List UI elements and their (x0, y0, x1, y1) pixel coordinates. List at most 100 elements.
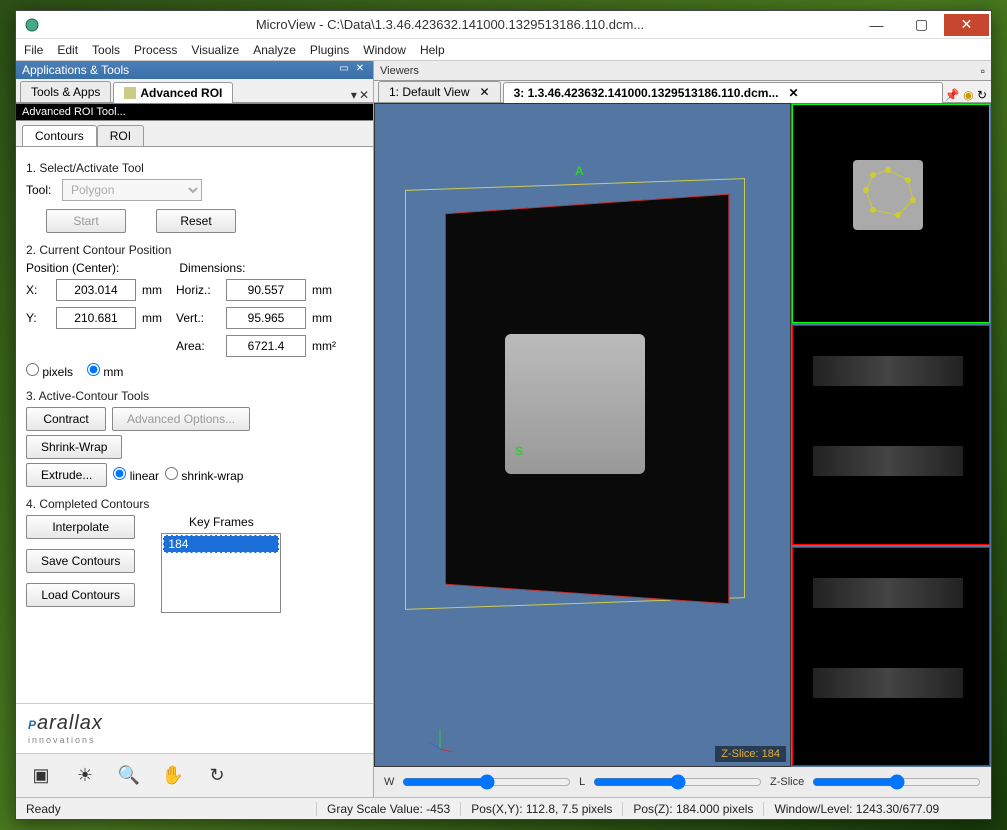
x-unit: mm (142, 283, 170, 297)
coronal-slice[interactable] (792, 325, 990, 544)
x-input[interactable] (56, 279, 136, 301)
save-contours-button[interactable]: Save Contours (26, 549, 135, 573)
zslice-label: Z-Slice: 184 (715, 746, 786, 762)
sec3-title: 3. Active-Contour Tools (26, 389, 363, 403)
menu-help[interactable]: Help (420, 43, 445, 57)
tab-close-icon[interactable]: ✕ (788, 86, 798, 100)
status-ready: Ready (16, 802, 316, 816)
tab-close-icon[interactable]: ✕ (480, 85, 490, 99)
tab-dropdown-icon[interactable]: ▾ (351, 88, 357, 102)
sec2-title: 2. Current Contour Position (26, 243, 363, 257)
titlebar[interactable]: MicroView - C:\Data\1.3.46.423632.141000… (16, 11, 991, 39)
rotate-tool-icon[interactable]: ↻ (202, 761, 232, 791)
subtab-contours[interactable]: Contours (22, 125, 97, 146)
y-input[interactable] (56, 307, 136, 329)
viewer-refresh-icon[interactable]: ↻ (977, 88, 987, 102)
toolstrip: ▣ ☀ 🔍 ✋ ↻ (16, 753, 373, 797)
horiz-input[interactable] (226, 279, 306, 301)
keyframes-title: Key Frames (161, 515, 281, 529)
menu-plugins[interactable]: Plugins (310, 43, 349, 57)
status-gray: Gray Scale Value: -453 (316, 802, 460, 816)
viewers-title: Viewers (380, 65, 981, 77)
subtabs: Contours ROI (16, 121, 373, 147)
z-slider-label: Z-Slice (770, 776, 804, 788)
load-contours-button[interactable]: Load Contours (26, 583, 135, 607)
close-button[interactable]: ✕ (944, 14, 989, 36)
menubar: File Edit Tools Process Visualize Analyz… (16, 39, 991, 61)
axial-slice[interactable] (792, 104, 990, 323)
tab-tools-apps[interactable]: Tools & Apps (20, 81, 111, 102)
status-posz: Pos(Z): 184.000 pixels (622, 802, 763, 816)
menu-window[interactable]: Window (363, 43, 406, 57)
start-button[interactable]: Start (46, 209, 126, 233)
axis-gizmo-icon (425, 724, 455, 754)
tab-close-icon[interactable]: ✕ (359, 88, 369, 102)
menu-tools[interactable]: Tools (92, 43, 120, 57)
sagittal-slice[interactable] (792, 547, 990, 766)
menu-analyze[interactable]: Analyze (253, 43, 296, 57)
maximize-button[interactable]: ▢ (899, 14, 944, 36)
interpolate-button[interactable]: Interpolate (26, 515, 135, 539)
unit-pixels-radio[interactable]: pixels (26, 363, 73, 379)
reset-button[interactable]: Reset (156, 209, 236, 233)
pan-tool-icon[interactable]: ✋ (158, 761, 188, 791)
w-slider[interactable] (402, 774, 571, 790)
shrinkwrap-radio[interactable]: shrink-wrap (165, 467, 243, 483)
area-unit: mm² (312, 339, 342, 353)
viewer-tabs: 1: Default View ✕ 3: 1.3.46.423632.14100… (374, 81, 991, 103)
l-slider[interactable] (593, 774, 762, 790)
menu-edit[interactable]: Edit (57, 43, 78, 57)
x-label: X: (26, 283, 50, 297)
viewer-tab-default[interactable]: 1: Default View ✕ (378, 81, 501, 102)
menu-visualize[interactable]: Visualize (191, 43, 239, 57)
keyframe-item[interactable]: 184 (163, 535, 279, 553)
viewers-dock-icon[interactable]: ▫ (981, 64, 985, 78)
w-slider-label: W (384, 776, 394, 788)
zoom-tool-icon[interactable]: 🔍 (114, 761, 144, 791)
status-posxy: Pos(X,Y): 112.8, 7.5 pixels (460, 802, 622, 816)
panel-close-icon[interactable]: ✕ (353, 63, 367, 77)
area-input[interactable] (226, 335, 306, 357)
logo: PParallaxarallax innovations (16, 703, 373, 753)
vert-input[interactable] (226, 307, 306, 329)
linear-radio[interactable]: linear (113, 467, 159, 483)
l-slider-label: L (579, 776, 585, 788)
cube-tool-icon[interactable]: ▣ (26, 761, 56, 791)
keyframes-list[interactable]: 184 (161, 533, 281, 613)
window-title: MicroView - C:\Data\1.3.46.423632.141000… (46, 17, 854, 32)
brightness-tool-icon[interactable]: ☀ (70, 761, 100, 791)
viewers-header: Viewers ▫ (374, 61, 991, 81)
v-unit: mm (312, 311, 342, 325)
sec4-title: 4. Completed Contours (26, 497, 363, 511)
left-panel: Applications & Tools ▭ ✕ Tools & Apps Ad… (16, 61, 374, 797)
position-label: Position (Center): (26, 261, 119, 275)
tool-label: Tool: (26, 183, 56, 197)
subtab-roi[interactable]: ROI (97, 125, 144, 146)
slice-views (791, 103, 991, 767)
extrude-button[interactable]: Extrude... (26, 463, 107, 487)
apps-tools-title: Applications & Tools (22, 63, 335, 77)
menu-file[interactable]: File (24, 43, 43, 57)
advanced-roi-subheader: Advanced ROI Tool... (16, 103, 373, 121)
view-area: A S Z-Slice: 184 (374, 103, 991, 767)
viewers-panel: Viewers ▫ 1: Default View ✕ 3: 1.3.46.42… (374, 61, 991, 797)
contract-button[interactable]: Contract (26, 407, 106, 431)
advanced-options-button[interactable]: Advanced Options... (112, 407, 250, 431)
viewer-pin-icon[interactable]: 📌 (945, 88, 960, 102)
shrink-wrap-button[interactable]: Shrink-Wrap (26, 435, 122, 459)
menu-process[interactable]: Process (134, 43, 177, 57)
roi-icon (124, 87, 136, 99)
unit-mm-radio[interactable]: mm (87, 363, 123, 379)
app-icon (24, 17, 40, 33)
3d-viewport[interactable]: A S Z-Slice: 184 (374, 103, 791, 767)
viewer-link-icon[interactable]: ◉ (963, 88, 973, 102)
sec1-title: 1. Select/Activate Tool (26, 161, 363, 175)
z-slider[interactable] (812, 774, 981, 790)
y-unit: mm (142, 311, 170, 325)
minimize-button[interactable]: — (854, 14, 899, 36)
tab-advanced-roi[interactable]: Advanced ROI (113, 82, 233, 103)
viewer-tab-dcm[interactable]: 3: 1.3.46.423632.141000.1329513186.110.d… (503, 82, 943, 103)
apps-tools-header: Applications & Tools ▭ ✕ (16, 61, 373, 79)
panel-dock-icon[interactable]: ▭ (337, 63, 351, 77)
tool-select[interactable]: Polygon (62, 179, 202, 201)
